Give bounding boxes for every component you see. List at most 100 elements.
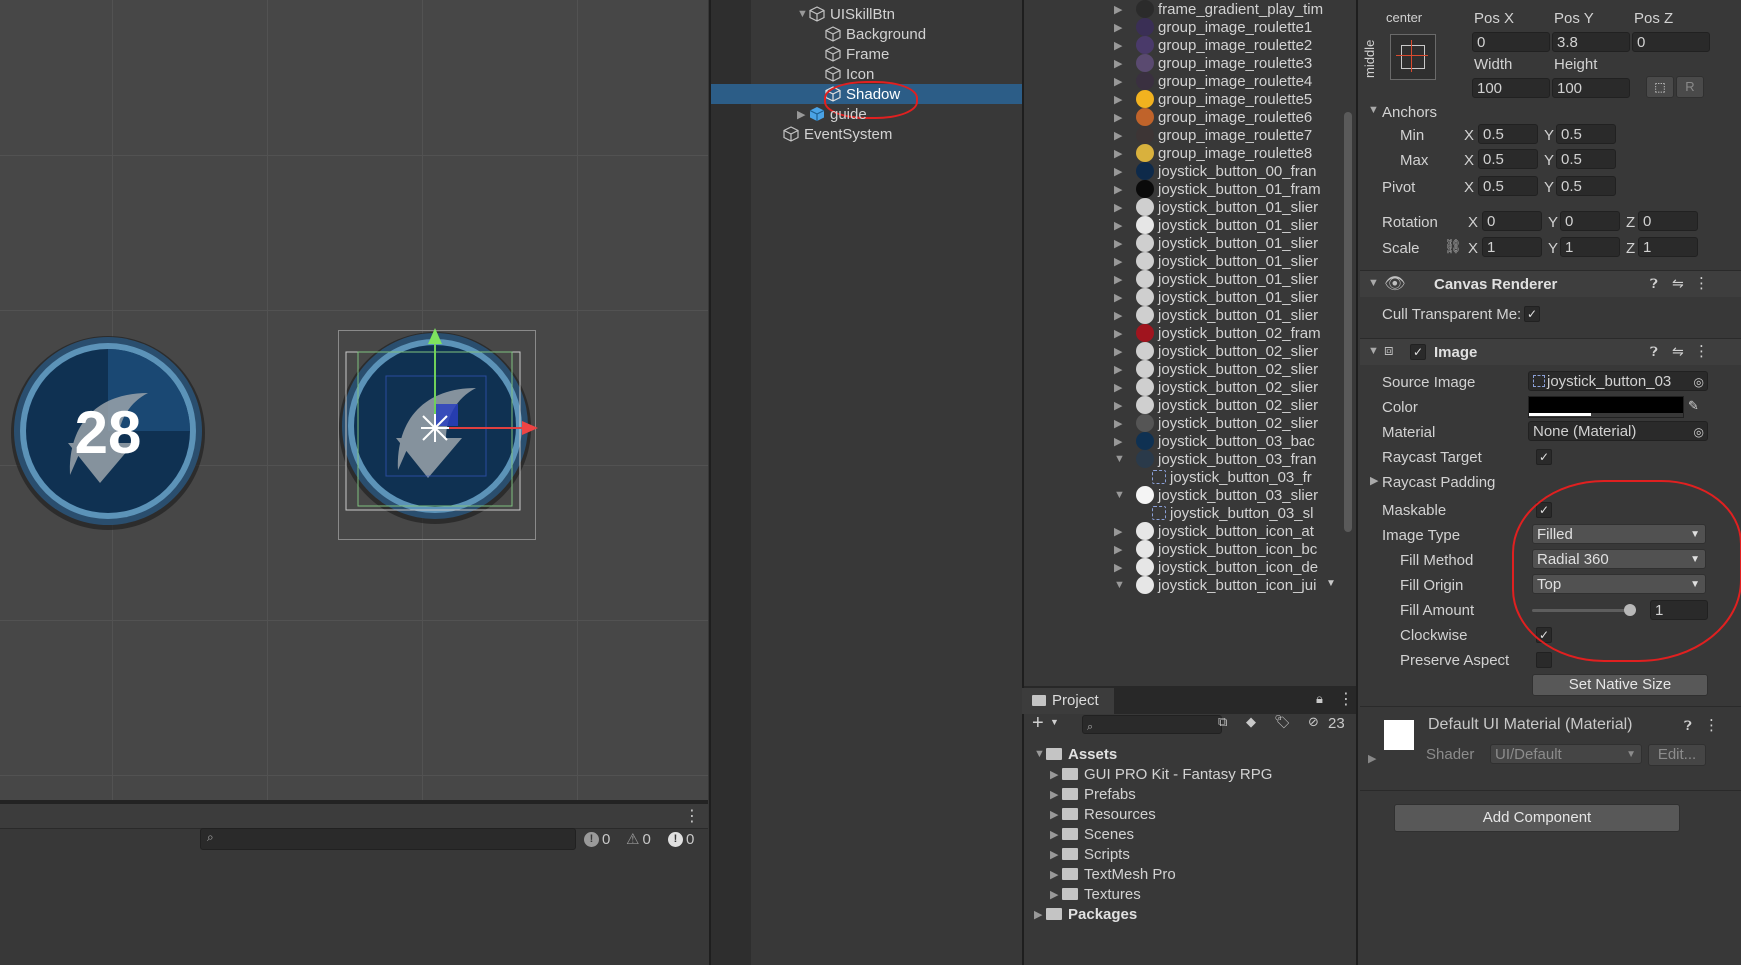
chevron-right-icon[interactable]: ▶ [1114, 129, 1126, 142]
chevron-down-icon[interactable]: ▼ [1050, 717, 1059, 727]
info-count[interactable]: ! 0 [584, 828, 610, 850]
chevron-right-icon[interactable]: ▶ [1114, 3, 1126, 16]
pos-y-field[interactable]: 3.8 [1552, 32, 1630, 52]
chevron-right-icon[interactable]: ▶ [1114, 435, 1126, 448]
sprite-list-item[interactable]: ▶ joystick_button_01_slier [1114, 215, 1318, 235]
sprite-list-item[interactable]: ▶ joystick_button_02_slier [1114, 395, 1318, 415]
chevron-right-icon[interactable]: ▶ [1114, 237, 1126, 250]
object-picker-icon[interactable]: ◎ [1694, 422, 1704, 442]
sprite-list-item[interactable]: joystick_button_03_sl [1152, 503, 1313, 523]
source-image-field[interactable]: joystick_button_03 ◎ [1528, 371, 1708, 391]
link-off-icon[interactable]: ⛓ [1444, 238, 1462, 255]
width-field[interactable]: 100 [1472, 78, 1550, 98]
chevron-right-icon[interactable]: ▶ [1114, 255, 1126, 268]
chevron-right-icon[interactable]: ▶ [1114, 561, 1126, 574]
chevron-right-icon[interactable]: ▶ [1050, 788, 1062, 801]
chevron-down-icon[interactable]: ▼ [1114, 489, 1126, 501]
sprite-list-item[interactable]: ▶ joystick_button_00_fran [1114, 161, 1316, 181]
sprite-list-item[interactable]: ▶ joystick_button_02_slier [1114, 377, 1318, 397]
chevron-right-icon[interactable]: ▶ [1114, 165, 1126, 178]
sprite-list-item[interactable]: ▶ joystick_button_02_slier [1114, 413, 1318, 433]
hierarchy-item-eventsystem[interactable]: EventSystem [751, 124, 1054, 144]
tree-item-assets[interactable]: ▼ Assets [1034, 744, 1117, 764]
sprite-list-item[interactable]: ▼ joystick_button_03_fran [1114, 449, 1316, 469]
chevron-right-icon[interactable]: ▶ [1114, 147, 1126, 160]
sprite-list-item[interactable]: ▶ joystick_button_03_bac [1114, 431, 1315, 451]
skill-button-selected[interactable] [338, 328, 548, 538]
preset-icon[interactable]: ⇋ [1672, 275, 1684, 292]
scene-view[interactable]: 28 [0, 0, 708, 800]
add-icon[interactable]: + [1032, 712, 1044, 735]
anchor-max-y-field[interactable]: 0.5 [1556, 149, 1616, 169]
shader-dropdown[interactable]: UI/Default ▼ [1490, 744, 1642, 764]
pos-x-field[interactable]: 0 [1472, 32, 1550, 52]
help-icon[interactable]: ❓︎ [1650, 276, 1658, 292]
sprite-list-item[interactable]: ▶ group_image_roulette3 [1114, 53, 1312, 73]
set-native-size-button[interactable]: Set Native Size [1532, 674, 1708, 696]
sprite-list-item[interactable]: ▶ joystick_button_icon_de [1114, 557, 1318, 577]
warning-count[interactable]: ⚠ 0 [626, 828, 651, 850]
chevron-right-icon[interactable]: ▶ [1114, 381, 1126, 394]
chevron-right-icon[interactable]: ▶ [1050, 848, 1062, 861]
project-search-input[interactable]: ⌕ [1082, 715, 1222, 734]
anchor-min-x-field[interactable]: 0.5 [1478, 124, 1538, 144]
label-icon[interactable]: 🏷︎ [1274, 714, 1291, 730]
chevron-right-icon[interactable]: ▶ [1114, 309, 1126, 322]
sprite-list-item[interactable]: ▶ joystick_button_01_slier [1114, 233, 1318, 253]
kebab-icon[interactable]: ⋮ [1704, 716, 1719, 734]
hierarchy-item-uiskillbtn[interactable]: ▼ UISkillBtn [751, 4, 1068, 24]
anchor-preset-button[interactable] [1390, 34, 1436, 80]
hidden-packages-icon[interactable]: ⊘ [1308, 714, 1319, 730]
scrollbar-thumb[interactable] [1344, 112, 1352, 532]
object-picker-icon[interactable]: ◎ [1693, 372, 1704, 390]
chevron-right-icon[interactable]: ▶ [1114, 363, 1126, 376]
tree-item-textmesh-pro[interactable]: ▶ TextMesh Pro [1050, 864, 1176, 884]
chevron-right-icon[interactable]: ▶ [1050, 828, 1062, 841]
filter-icon[interactable]: ◆ [1246, 714, 1256, 730]
tree-item-packages[interactable]: ▶ Packages [1034, 904, 1137, 924]
chevron-down-icon[interactable]: ▼ [1114, 453, 1126, 465]
rotation-y-field[interactable]: 0 [1560, 211, 1620, 231]
hierarchy-item-guide[interactable]: ▶ guide › [751, 104, 1068, 124]
sprite-list-item[interactable]: ▼ joystick_button_03_slier [1114, 485, 1318, 505]
add-component-button[interactable]: Add Component [1394, 804, 1680, 832]
sprite-list-item[interactable]: ▶ joystick_button_icon_at [1114, 521, 1314, 541]
chevron-right-icon[interactable]: ▶ [1050, 768, 1062, 781]
eyedropper-icon[interactable]: ✎ [1688, 398, 1699, 414]
error-count[interactable]: ! 0 [668, 828, 694, 850]
chevron-right-icon[interactable]: ▶ [1114, 201, 1126, 214]
lock-icon[interactable]: 🔒︎ [1316, 691, 1323, 707]
raw-edit-button[interactable]: R [1676, 76, 1704, 98]
chevron-right-icon[interactable]: ▶ [1368, 752, 1376, 765]
scale-x-field[interactable]: 1 [1482, 237, 1542, 257]
pos-z-field[interactable]: 0 [1632, 32, 1710, 52]
console-search-input[interactable]: ⌕ [200, 828, 576, 850]
kebab-icon[interactable]: ⋮ [1694, 274, 1709, 292]
chevron-right-icon[interactable]: ▶ [1114, 525, 1126, 538]
help-icon[interactable]: ❓︎ [1650, 344, 1658, 360]
tree-item-scenes[interactable]: ▶ Scenes [1050, 824, 1134, 844]
tree-item-resources[interactable]: ▶ Resources [1050, 804, 1156, 824]
help-icon[interactable]: ❓︎ [1684, 718, 1692, 734]
tree-item-prefabs[interactable]: ▶ Prefabs [1050, 784, 1136, 804]
chevron-right-icon[interactable]: ▶ [1114, 273, 1126, 286]
sprite-list-item[interactable]: ▶ joystick_button_icon_bc [1114, 539, 1317, 559]
scale-y-field[interactable]: 1 [1560, 237, 1620, 257]
kebab-icon[interactable]: ⋮ [1694, 342, 1709, 360]
sprite-list-item[interactable]: ▶ joystick_button_02_fram [1114, 323, 1321, 343]
search-by-type-icon[interactable]: ⧉ [1218, 714, 1227, 730]
chevron-right-icon[interactable]: ▶ [1114, 93, 1126, 106]
sprite-list-item[interactable]: ▶ joystick_button_01_slier [1114, 287, 1318, 307]
color-swatch[interactable] [1528, 396, 1684, 418]
kebab-icon[interactable]: ⋮ [1338, 689, 1354, 709]
chevron-right-icon[interactable]: ▶ [1114, 327, 1126, 340]
raycast-target-checkbox[interactable]: ✓ [1536, 449, 1552, 465]
chevron-right-icon[interactable]: ▶ [1370, 474, 1378, 487]
sprite-list-item[interactable]: ▶ group_image_roulette1 [1114, 17, 1312, 37]
chevron-right-icon[interactable]: ▶ [1114, 57, 1126, 70]
sprite-list-item[interactable]: ▶ group_image_roulette4 [1114, 71, 1312, 91]
height-field[interactable]: 100 [1552, 78, 1630, 98]
image-component-header[interactable]: ▼ ⧈ ✓ Image ❓︎ ⇋ ⋮ [1360, 338, 1741, 365]
tree-item-scripts[interactable]: ▶ Scripts [1050, 844, 1130, 864]
sprite-list-item[interactable]: ▶ joystick_button_01_slier [1114, 305, 1318, 325]
